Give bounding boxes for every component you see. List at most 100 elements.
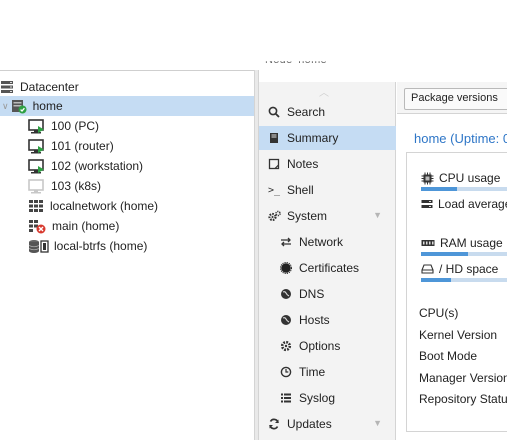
notes-icon bbox=[267, 158, 281, 170]
ram-usage-bar bbox=[421, 252, 507, 256]
scroll-up-icon[interactable]: ︿ bbox=[319, 84, 329, 99]
certificate-icon bbox=[279, 262, 293, 274]
info-boot-mode: Boot Mode bbox=[419, 349, 478, 363]
search-icon bbox=[267, 106, 281, 118]
menu-item-label: Syslog bbox=[299, 391, 336, 405]
vm-running-icon bbox=[28, 138, 45, 154]
tree-item-label: 102 (workstation) bbox=[51, 159, 144, 173]
package-versions-button[interactable]: Package versions bbox=[404, 88, 507, 110]
cpu-usage-bar-fill bbox=[421, 187, 458, 191]
tree-item-vm-101[interactable]: 101 (router) bbox=[0, 136, 254, 156]
menu-item-label: System bbox=[287, 209, 328, 223]
terminal-icon: >_ bbox=[267, 184, 281, 196]
chevron-down-icon[interactable]: ▼ bbox=[373, 210, 382, 220]
tree-item-label: 101 (router) bbox=[51, 139, 114, 153]
tree-item-vm-100[interactable]: 100 (PC) bbox=[0, 116, 254, 136]
hdd-icon bbox=[421, 264, 434, 274]
menu-item-label: Network bbox=[299, 235, 344, 249]
menu-item-network[interactable]: Network bbox=[259, 230, 396, 254]
node-panel-title: Node 'home' bbox=[265, 54, 330, 66]
info-manager-version: Manager Version bbox=[419, 371, 507, 385]
info-kernel-version: Kernel Version bbox=[419, 328, 498, 342]
gear-icon bbox=[279, 340, 293, 352]
menu-item-updates[interactable]: Updates ▼ bbox=[259, 412, 396, 436]
ram-usage-row: RAM usage bbox=[421, 236, 503, 250]
globe-icon bbox=[279, 288, 293, 300]
tree-item-local-btrfs[interactable]: local-btrfs (home) bbox=[0, 236, 254, 256]
refresh-icon bbox=[267, 418, 281, 430]
menu-item-label: Search bbox=[287, 105, 326, 119]
hd-space-bar-fill bbox=[421, 278, 452, 282]
menu-item-label: Updates bbox=[287, 417, 332, 431]
menu-item-shell[interactable]: >_ Shell bbox=[259, 178, 396, 202]
tree-item-label: home bbox=[32, 99, 63, 113]
node-online-icon bbox=[11, 99, 27, 114]
server-icon bbox=[421, 199, 433, 210]
network-grid-icon bbox=[28, 199, 44, 213]
vm-running-icon bbox=[28, 158, 45, 174]
info-cpus: CPU(s) bbox=[419, 306, 459, 320]
menu-item-system[interactable]: System ▼ bbox=[259, 204, 396, 228]
tree-item-localnetwork[interactable]: localnetwork (home) bbox=[0, 196, 254, 216]
load-average-row: Load average bbox=[421, 197, 507, 211]
network-arrows-icon bbox=[279, 236, 293, 248]
book-icon bbox=[267, 132, 281, 144]
cpu-usage-label: CPU usage bbox=[439, 171, 501, 185]
datacenter-icon bbox=[0, 80, 14, 94]
list-icon bbox=[279, 392, 293, 404]
menu-item-label: DNS bbox=[299, 287, 325, 301]
node-panel-header: Node 'home' bbox=[259, 56, 507, 82]
hd-space-bar bbox=[421, 278, 507, 282]
chevron-down-icon[interactable]: ∨ bbox=[2, 101, 9, 112]
summary-toolbar: Package versions bbox=[397, 82, 507, 114]
hd-space-row: / HD space bbox=[421, 262, 498, 276]
hd-space-label: / HD space bbox=[439, 262, 499, 276]
tree-item-label: Datacenter bbox=[20, 80, 79, 94]
resource-tree: Datacenter ∨ home 100 (PC) 101 (router) … bbox=[0, 70, 254, 440]
chevron-down-icon[interactable]: ▼ bbox=[373, 418, 382, 428]
menu-item-notes[interactable]: Notes bbox=[259, 152, 396, 176]
vm-stopped-icon bbox=[28, 178, 45, 194]
menu-item-label: Summary bbox=[287, 131, 339, 145]
tree-item-datacenter[interactable]: Datacenter bbox=[0, 77, 254, 97]
storage-disk-icon bbox=[28, 239, 50, 254]
clock-icon bbox=[279, 366, 293, 378]
tree-item-label: 100 (PC) bbox=[51, 119, 100, 133]
ram-usage-label: RAM usage bbox=[440, 236, 503, 250]
menu-item-label: Notes bbox=[287, 157, 319, 171]
storage-error-icon bbox=[28, 219, 46, 234]
menu-item-label: Shell bbox=[287, 183, 314, 197]
cpu-usage-row: CPU usage bbox=[421, 171, 500, 185]
menu-item-label: Options bbox=[299, 339, 341, 353]
memory-icon bbox=[421, 239, 435, 248]
menu-item-options[interactable]: Options bbox=[259, 334, 396, 358]
menu-item-search[interactable]: Search bbox=[259, 100, 396, 124]
tree-item-label: 103 (k8s) bbox=[51, 179, 102, 193]
menu-item-dns[interactable]: DNS bbox=[259, 282, 396, 306]
menu-item-label: Hosts bbox=[299, 313, 330, 327]
info-repository-status: Repository Status bbox=[419, 392, 507, 406]
tree-item-label: main (home) bbox=[52, 219, 120, 233]
ram-usage-bar-fill bbox=[421, 252, 469, 256]
gears-icon bbox=[267, 210, 281, 222]
status-panel bbox=[406, 152, 507, 432]
menu-item-label: Time bbox=[299, 365, 326, 379]
tree-item-home[interactable]: ∨ home bbox=[0, 96, 254, 116]
menu-item-certificates[interactable]: Certificates bbox=[259, 256, 396, 280]
menu-item-label: Certificates bbox=[299, 261, 360, 275]
menu-item-hosts[interactable]: Hosts bbox=[259, 308, 396, 332]
menu-item-summary[interactable]: Summary bbox=[259, 126, 396, 150]
globe-icon bbox=[279, 314, 293, 326]
menu-item-time[interactable]: Time bbox=[259, 360, 396, 384]
menu-item-syslog[interactable]: Syslog bbox=[259, 386, 396, 410]
cpu-icon bbox=[421, 172, 434, 185]
tree-item-main[interactable]: main (home) bbox=[0, 216, 254, 236]
tree-item-vm-102[interactable]: 102 (workstation) bbox=[0, 156, 254, 176]
vm-running-icon bbox=[28, 118, 45, 134]
tree-item-vm-103[interactable]: 103 (k8s) bbox=[0, 176, 254, 196]
tree-item-label: localnetwork (home) bbox=[50, 199, 159, 213]
summary-panel-title: home (Uptime: 0 bbox=[414, 131, 507, 146]
node-nav-menu: ︿ Search Summary Notes >_ Shell System ▼… bbox=[259, 82, 396, 440]
tree-item-label: local-btrfs (home) bbox=[54, 239, 148, 253]
cpu-usage-bar bbox=[421, 187, 507, 191]
